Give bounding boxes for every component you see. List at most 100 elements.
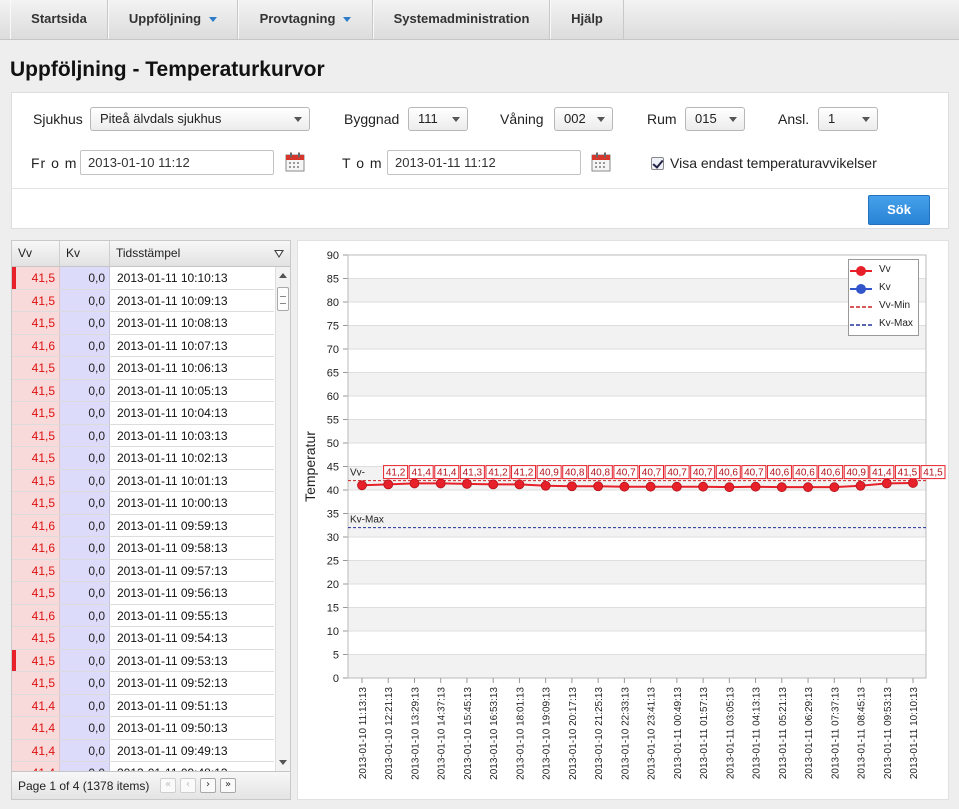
cell-vv: 41,5 (12, 357, 60, 379)
scroll-thumb[interactable] (277, 287, 289, 311)
byggnad-select[interactable]: 111 (408, 107, 468, 131)
legend-item-vv[interactable]: Vv (849, 262, 919, 280)
table-row[interactable]: 41,5 0,0 2013-01-11 09:56:13 (12, 582, 274, 605)
vaning-select[interactable]: 002 (554, 107, 613, 131)
nav-uppfoljning[interactable]: Uppföljning (108, 0, 238, 39)
filter-icon[interactable] (274, 250, 284, 258)
table-row[interactable]: 41,4 0,0 2013-01-11 09:49:13 (12, 739, 274, 762)
cell-vv: 41,5 (12, 312, 60, 334)
x-tick-label: 2013-01-10 11:13:13 (358, 687, 369, 780)
x-tick-label: 2013-01-10 21:25:13 (594, 687, 605, 780)
scroll-up-icon[interactable] (279, 273, 287, 278)
from-date-value: 2013-01-10 11:12 (88, 155, 190, 170)
cell-kv: 0,0 (60, 604, 110, 626)
table-row[interactable]: 41,5 0,0 2013-01-11 10:06:13 (12, 357, 274, 380)
prev-page-icon[interactable]: ‹ (180, 778, 196, 793)
ansl-select[interactable]: 1 (818, 107, 878, 131)
temperature-chart: 0 5 10 15 20 25 30 35 40 45 50 55 60 65 70 75 80 85 90 Temp… (297, 240, 949, 800)
cell-kv: 0,0 (60, 447, 110, 469)
x-tick-label: 2013-01-10 19:09:13 (542, 687, 553, 780)
cell-kv: 0,0 (60, 357, 110, 379)
sjukhus-value: Piteå älvdals sjukhus (100, 111, 222, 126)
data-label: 41,4 (437, 468, 457, 479)
table-row[interactable]: 41,5 0,0 2013-01-11 09:54:13 (12, 627, 274, 650)
x-tick-label: 2013-01-11 08:45:13 (857, 687, 868, 780)
cell-vv: 41,6 (12, 334, 60, 356)
calendar-icon[interactable] (590, 151, 612, 173)
nav-provtagning[interactable]: Provtagning (238, 0, 373, 39)
cell-vv: 41,5 (12, 559, 60, 581)
grid-scrollbar[interactable] (275, 267, 290, 771)
column-header-vv[interactable]: Vv (12, 241, 60, 266)
data-point-vv (724, 482, 735, 493)
scroll-down-icon[interactable] (279, 760, 287, 765)
y-tick-label: 15 (327, 603, 339, 615)
y-tick-label: 85 (327, 274, 339, 286)
to-date-input[interactable]: 2013-01-11 11:12 (387, 150, 581, 175)
table-row[interactable]: 41,5 0,0 2013-01-11 10:05:13 (12, 379, 274, 402)
table-row[interactable]: 41,6 0,0 2013-01-11 09:59:13 (12, 514, 274, 537)
data-label: 40,6 (770, 468, 790, 479)
deviation-checkbox[interactable] (651, 157, 664, 170)
cell-kv: 0,0 (60, 514, 110, 536)
table-row[interactable]: 41,6 0,0 2013-01-11 09:58:13 (12, 537, 274, 560)
plot-band (348, 607, 926, 631)
data-label: 41,5 (898, 468, 918, 479)
table-row[interactable]: 41,5 0,0 2013-01-11 10:00:13 (12, 492, 274, 515)
table-row[interactable]: 41,4 0,0 2013-01-11 09:50:13 (12, 717, 274, 740)
table-row[interactable]: 41,5 0,0 2013-01-11 10:09:13 (12, 289, 274, 312)
table-row[interactable]: 41,6 0,0 2013-01-11 09:55:13 (12, 604, 274, 627)
cell-timestamp: 2013-01-11 09:59:13 (117, 518, 228, 533)
byggnad-value: 111 (418, 111, 438, 126)
last-page-icon[interactable]: » (220, 778, 236, 793)
y-tick-label: 10 (327, 626, 339, 638)
data-point-vv (881, 478, 892, 489)
cell-vv: 41,6 (12, 604, 60, 626)
pager-text: Page 1 of 4 (1378 items) (18, 779, 150, 793)
table-row[interactable]: 41,5 0,0 2013-01-11 10:02:13 (12, 447, 274, 470)
plot-band (348, 396, 926, 420)
column-header-timestamp[interactable]: Tidsstämpel (110, 241, 290, 266)
rum-select[interactable]: 015 (685, 107, 745, 131)
cell-timestamp: 2013-01-11 10:03:13 (117, 428, 228, 443)
search-button[interactable]: Sök (868, 195, 930, 225)
x-tick-label: 2013-01-10 23:41:13 (647, 687, 658, 780)
y-tick-label: 25 (327, 556, 339, 568)
plot-band (348, 584, 926, 608)
legend-item-kv[interactable]: Kv (849, 280, 919, 298)
next-page-icon[interactable]: › (200, 778, 216, 793)
plot-band (348, 255, 926, 279)
cell-timestamp: 2013-01-11 10:00:13 (117, 496, 228, 510)
sjukhus-select[interactable]: Piteå älvdals sjukhus (90, 107, 310, 131)
from-date-input[interactable]: 2013-01-10 11:12 (80, 150, 274, 175)
table-row[interactable]: 41,6 0,0 2013-01-11 10:07:13 (12, 334, 274, 357)
table-row[interactable]: 41,5 0,0 2013-01-11 09:52:13 (12, 672, 274, 695)
table-row[interactable]: 41,4 0,0 2013-01-11 09:51:13 (12, 694, 274, 717)
nav-label: Provtagning (259, 11, 336, 26)
calendar-icon[interactable] (284, 151, 306, 173)
legend-item-vv-min[interactable]: Vv-Min (849, 298, 919, 316)
cell-kv: 0,0 (60, 694, 110, 716)
table-row[interactable]: 41,5 0,0 2013-01-11 10:04:13 (12, 402, 274, 425)
cell-vv: 41,4 (12, 762, 60, 771)
table-row[interactable]: 41,5 0,0 2013-01-11 10:08:13 (12, 312, 274, 335)
data-label: 41,5 (923, 468, 943, 479)
table-row[interactable]: 41,5 0,0 2013-01-11 09:57:13 (12, 559, 274, 582)
table-row[interactable]: 41,40,02013-01-11 09:48:13 (12, 762, 274, 771)
cell-vv: 41,5 (12, 289, 60, 311)
cell-kv: 0,0 (60, 762, 110, 771)
cell-kv: 0,0 (60, 334, 110, 356)
nav-systemadministration[interactable]: Systemadministration (373, 0, 550, 39)
cell-timestamp: 2013-01-11 10:05:13 (117, 383, 228, 398)
nav-startsida[interactable]: Startsida (10, 0, 108, 39)
table-row[interactable]: 41,5 0,0 2013-01-11 09:53:13 (12, 649, 274, 672)
nav-hjalp[interactable]: Hjälp (550, 0, 624, 39)
first-page-icon[interactable]: « (160, 778, 176, 793)
plot-band (348, 513, 926, 537)
cell-vv: 41,6 (12, 537, 60, 559)
table-row[interactable]: 41,5 0,0 2013-01-11 10:01:13 (12, 469, 274, 492)
legend-item-kv-max[interactable]: Kv-Max (849, 316, 919, 334)
column-header-kv[interactable]: Kv (60, 241, 110, 266)
table-row[interactable]: 41,5 0,0 2013-01-11 10:10:13 (12, 267, 274, 290)
table-row[interactable]: 41,5 0,0 2013-01-11 10:03:13 (12, 424, 274, 447)
